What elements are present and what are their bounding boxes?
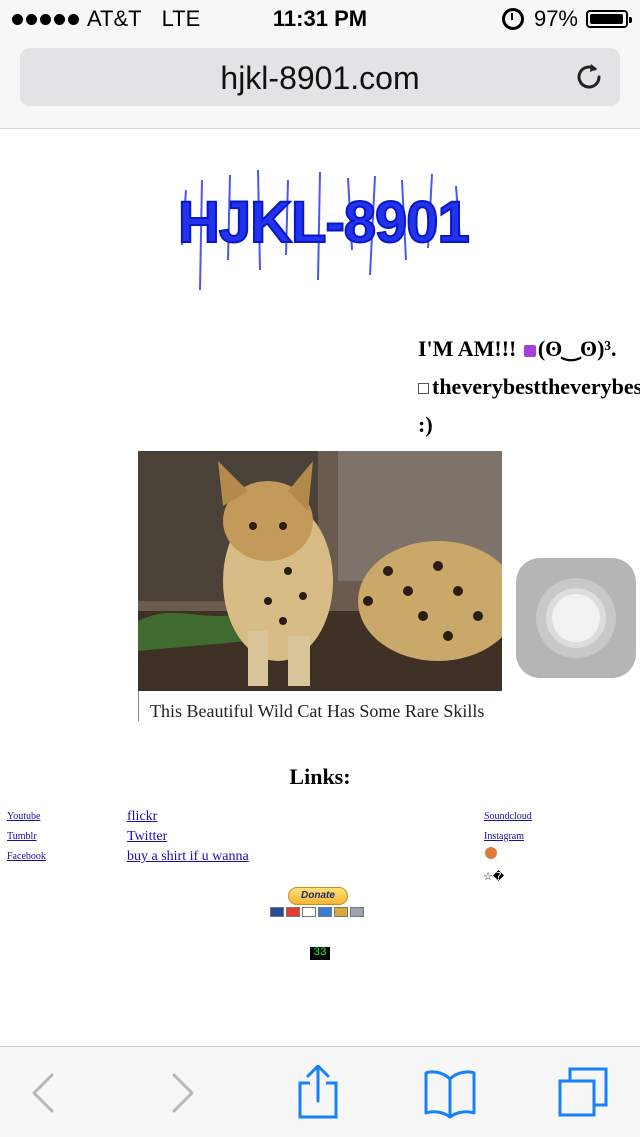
status-right: 97% — [501, 6, 632, 32]
tabs-icon[interactable] — [552, 1065, 612, 1121]
headline-text-1: I'M AM!!! — [418, 336, 522, 361]
alarm-icon — [501, 8, 524, 30]
ad-banner[interactable]: This Beautiful Wild Cat Has Some Rare Sk… — [138, 451, 502, 721]
link-facebook[interactable]: Facebook — [7, 850, 46, 870]
share-icon[interactable] — [288, 1065, 348, 1121]
browser-toolbar — [0, 1046, 640, 1137]
links-column-2: flickr Twitter buy a shirt if u wanna — [127, 808, 249, 868]
battery-icon — [586, 10, 632, 28]
link-buy-shirt[interactable]: buy a shirt if u wanna — [127, 848, 249, 868]
link-tumblr[interactable]: Tumblr — [7, 830, 46, 850]
link-soundcloud[interactable]: Soundcloud — [484, 810, 532, 830]
headline-face: (ʘ‿ʘ)³. — [537, 336, 617, 361]
battery-percent: 97% — [533, 6, 578, 31]
address-bar[interactable]: hjkl-8901.com — [20, 48, 620, 106]
reload-icon[interactable] — [572, 60, 606, 94]
links-heading: Links: — [289, 764, 351, 789]
ad-caption[interactable]: This Beautiful Wild Cat Has Some Rare Sk… — [138, 691, 502, 721]
back-icon[interactable] — [14, 1065, 74, 1121]
headline-line-2: theverybesttheverybest — [418, 368, 640, 406]
headline-text-2: theverybesttheverybest — [432, 374, 640, 399]
headline: I'M AM!!! (ʘ‿ʘ)³. theverybesttheverybest… — [418, 330, 640, 444]
link-flickr[interactable]: flickr — [127, 808, 249, 828]
hit-counter: 33 — [310, 947, 330, 960]
status-bar: AT&T LTE 11:31 PM 97% — [0, 0, 640, 40]
payment-cards-icon — [270, 907, 364, 917]
donate-button[interactable]: Donate — [288, 887, 348, 905]
site-logo: HJKL-8901 — [177, 169, 471, 291]
logo-text: HJKL-8901 — [178, 190, 469, 255]
bookmarks-icon[interactable] — [420, 1065, 480, 1121]
battery-fill — [590, 14, 623, 24]
url-text[interactable]: hjkl-8901.com — [20, 60, 620, 97]
links-column-1: Youtube Tumblr Facebook — [7, 810, 46, 870]
forward-icon[interactable] — [152, 1065, 212, 1121]
browser-header: hjkl-8901.com — [0, 40, 640, 129]
links-column-3: Soundcloud Instagram — [484, 810, 532, 850]
missing-glyph-icon — [418, 383, 429, 395]
link-twitter[interactable]: Twitter — [127, 828, 249, 848]
assistive-ring-inner — [552, 594, 600, 642]
wild-cat-photo[interactable] — [138, 451, 502, 691]
headline-line-3: :) — [418, 412, 433, 437]
star-text: ☆� — [483, 871, 505, 883]
link-youtube[interactable]: Youtube — [7, 810, 46, 830]
purple-heart-icon — [523, 344, 536, 357]
headline-line-1: I'M AM!!! (ʘ‿ʘ)³. — [418, 330, 640, 368]
site-badge-icon[interactable] — [485, 847, 497, 859]
assistive-touch-button[interactable] — [516, 558, 636, 678]
